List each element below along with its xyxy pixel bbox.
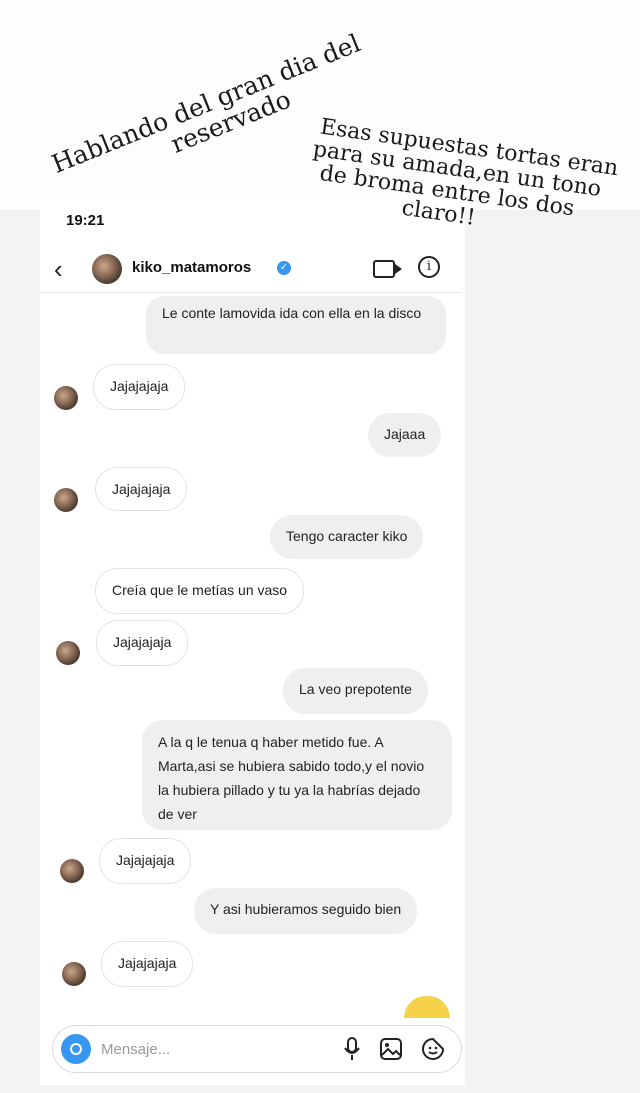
info-icon[interactable]: i (418, 256, 440, 278)
avatar[interactable] (56, 641, 80, 665)
status-bar-time: 19:21 (66, 212, 105, 229)
avatar[interactable] (54, 386, 78, 410)
message-outgoing[interactable]: La veo prepotente (283, 668, 428, 714)
message-incoming[interactable]: Jajajajaja (96, 620, 189, 666)
verified-check-icon: ✓ (277, 261, 291, 275)
video-camera-icon[interactable] (373, 260, 402, 278)
message-text: A la q le tenua q haber metido fue. A Ma… (158, 734, 425, 822)
message-text: Jajajajaja (113, 634, 172, 650)
gallery-icon[interactable] (379, 1037, 403, 1065)
message-incoming[interactable]: Jajajajaja (101, 941, 194, 987)
avatar[interactable] (62, 962, 86, 986)
message-outgoing[interactable]: Y asi hubieramos seguido bien (194, 888, 418, 934)
sticker-icon[interactable] (421, 1037, 445, 1065)
message-incoming[interactable]: Jajajajaja (95, 467, 188, 511)
message-incoming[interactable]: Jajajajaja (99, 838, 192, 884)
message-incoming[interactable]: Jajajajaja (93, 364, 186, 410)
message-text: Creía que le metías un vaso (112, 582, 288, 598)
message-text: Le conte lamovida ida con ella en la dis… (162, 305, 422, 321)
message-text: La veo prepotente (299, 681, 412, 697)
message-text: Tengo caracter kiko (286, 528, 408, 544)
message-text: Jajajajaja (116, 852, 175, 868)
message-text: Y asi hubieramos seguido bien (210, 901, 402, 917)
message-composer[interactable]: Mensaje... (52, 1025, 462, 1073)
message-outgoing[interactable]: Jajaaa (368, 413, 442, 457)
back-chevron-icon[interactable]: ‹ (54, 256, 63, 282)
message-outgoing[interactable]: Le conte lamovida ida con ella en la dis… (146, 296, 446, 354)
message-incoming[interactable]: Creía que le metías un vaso (95, 568, 305, 614)
microphone-icon[interactable] (343, 1037, 361, 1065)
message-input[interactable]: Mensaje... (101, 1041, 170, 1058)
avatar[interactable] (60, 859, 84, 883)
avatar[interactable] (54, 488, 78, 512)
message-text: Jajajajaja (112, 481, 171, 497)
avatar[interactable] (92, 254, 122, 284)
message-text: Jajaaa (384, 426, 426, 442)
message-text: Jajajajaja (118, 955, 177, 971)
chat-header: ‹ kiko_matamoros ✓ i (40, 248, 460, 290)
message-text: Jajajajaja (110, 378, 169, 394)
header-divider (40, 292, 460, 293)
chat-username[interactable]: kiko_matamoros (132, 259, 251, 276)
message-outgoing[interactable]: Tengo caracter kiko (270, 515, 424, 559)
camera-icon[interactable] (61, 1034, 91, 1064)
message-outgoing[interactable]: A la q le tenua q haber metido fue. A Ma… (142, 720, 452, 830)
